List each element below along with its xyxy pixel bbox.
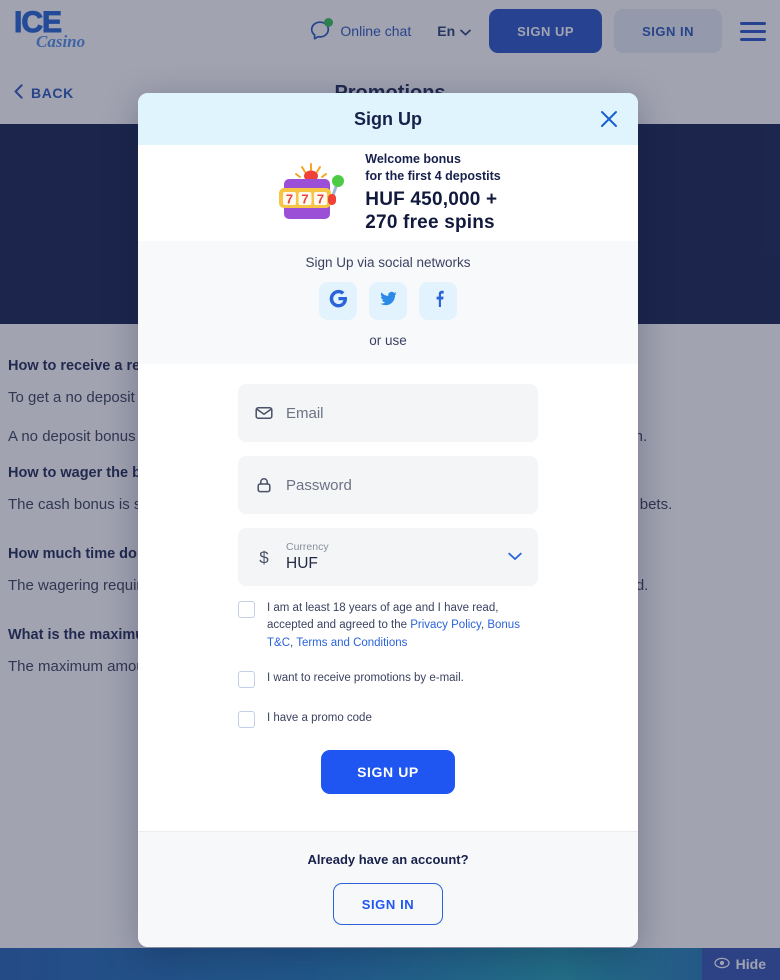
envelope-icon	[254, 403, 274, 423]
dollar-icon: $	[254, 547, 274, 567]
modal-footer: Already have an account? SIGN IN	[138, 831, 638, 947]
twitter-signup-button[interactable]	[369, 282, 407, 320]
social-signup-title: Sign Up via social networks	[305, 255, 471, 270]
password-field[interactable]: Password	[238, 456, 538, 514]
google-signup-button[interactable]	[319, 282, 357, 320]
email-field[interactable]: Email	[238, 384, 538, 442]
promo-code-label: I have a promo code	[267, 712, 372, 725]
social-buttons-row	[138, 282, 638, 320]
terms-conditions-link[interactable]: Terms and Conditions	[296, 637, 407, 649]
signup-submit-button[interactable]: SIGN UP	[321, 750, 455, 795]
privacy-policy-link[interactable]: Privacy Policy	[410, 619, 481, 631]
consent-checkboxes: I am at least 18 years of age and I have…	[238, 600, 538, 729]
signup-modal: Sign Up 7 7 7 Welcome bonus for the firs…	[138, 93, 638, 947]
svg-text:7: 7	[317, 192, 324, 207]
promotions-checkbox-row[interactable]: I want to receive promotions by e-mail.	[238, 670, 538, 689]
social-signup-section: Sign Up via social networks or use	[138, 241, 638, 364]
bonus-amount-2: 270 free spins	[365, 212, 495, 233]
welcome-bonus-banner: 7 7 7 Welcome bonus for the first 4 depo…	[138, 145, 638, 241]
close-icon[interactable]	[594, 104, 624, 134]
svg-text:$: $	[259, 548, 269, 567]
facebook-signup-button[interactable]	[419, 282, 457, 320]
password-placeholder: Password	[286, 476, 352, 494]
bonus-amount-1: HUF 450,000 +	[365, 189, 498, 211]
page-root: ICE Casino Online chat En SIGN UP SIGN I…	[0, 0, 780, 980]
bonus-line-1: Welcome bonus	[365, 152, 461, 167]
modal-header: Sign Up	[138, 93, 638, 145]
promotions-checkbox[interactable]	[238, 671, 255, 689]
currency-stack: Currency HUF	[286, 540, 329, 573]
google-icon	[329, 289, 348, 313]
slot-machine-icon: 7 7 7	[275, 162, 347, 224]
submit-area: SIGN UP	[238, 728, 538, 819]
svg-text:7: 7	[286, 192, 293, 207]
chevron-down-icon[interactable]	[508, 548, 522, 566]
currency-select[interactable]: $ Currency HUF	[238, 528, 538, 586]
or-use-label: or use	[369, 333, 407, 348]
footer-signin-button[interactable]: SIGN IN	[332, 883, 444, 925]
already-account-label: Already have an account?	[307, 852, 469, 867]
currency-value: HUF	[286, 555, 318, 573]
signup-form: Email Password $ Currency HUF I am at le…	[138, 364, 638, 831]
facebook-icon	[429, 289, 448, 313]
twitter-icon	[379, 289, 398, 313]
lock-icon	[254, 475, 274, 495]
email-placeholder: Email	[286, 404, 324, 422]
age-terms-checkbox[interactable]	[238, 601, 255, 618]
currency-label: Currency	[286, 540, 329, 553]
promo-code-checkbox-row[interactable]: I have a promo code	[238, 710, 538, 729]
bonus-text: Welcome bonus for the first 4 depostits …	[365, 151, 500, 235]
modal-title: Sign Up	[354, 108, 422, 129]
age-terms-checkbox-row[interactable]: I am at least 18 years of age and I have…	[238, 600, 538, 652]
promotions-label: I want to receive promotions by e-mail.	[267, 672, 464, 685]
svg-text:7: 7	[302, 192, 309, 207]
bonus-line-2: for the first 4 depostits	[365, 168, 501, 183]
age-terms-label: I am at least 18 years of age and I have…	[267, 602, 520, 649]
promo-code-checkbox[interactable]	[238, 711, 255, 729]
